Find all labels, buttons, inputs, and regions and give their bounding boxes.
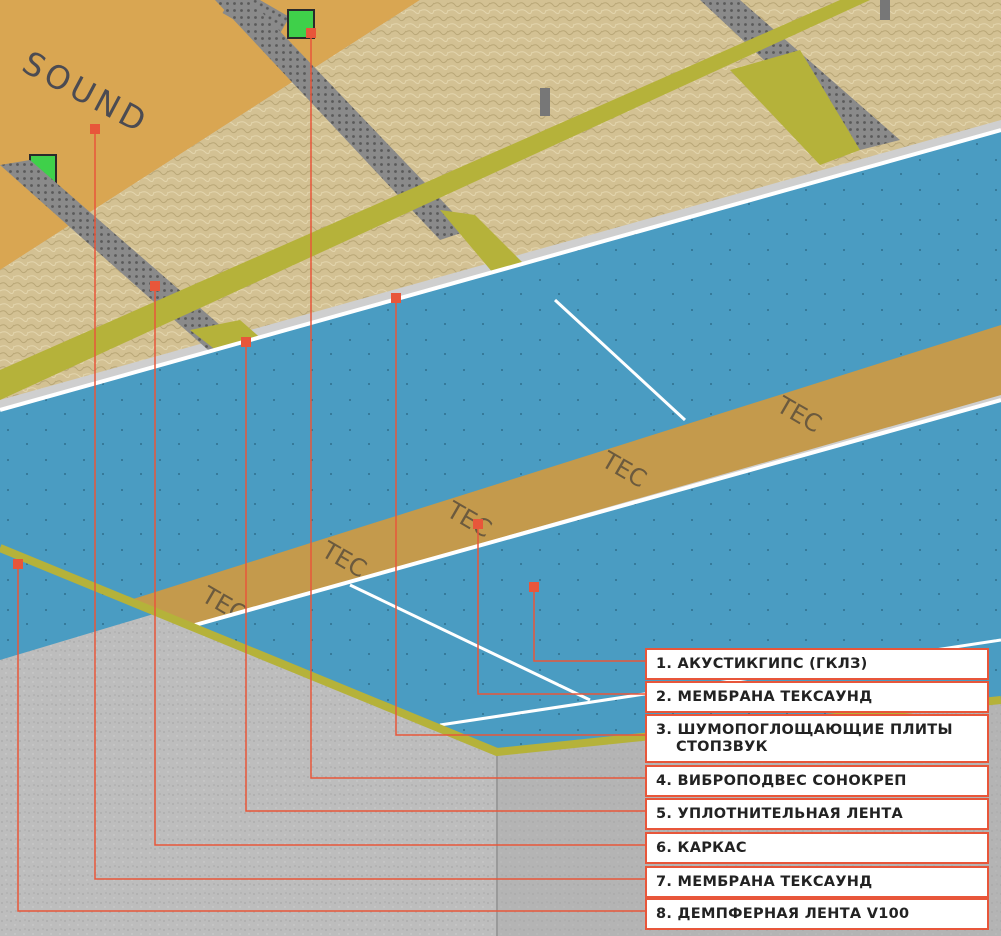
label-uplotnitelnaya-lenta: 5. УПЛОТНИТЕЛЬНАЯ ЛЕНТА	[645, 798, 989, 830]
label-karkas: 6. КАРКАС	[645, 832, 989, 864]
label-shumopogloshchayushchie-plity: 3. ШУМОПОГЛОЩАЮЩИЕ ПЛИТЫ СТОПЗВУК	[645, 714, 989, 763]
marker-4	[306, 28, 316, 38]
marker-8	[13, 559, 23, 569]
label-membrana-teksaund-1: 2. МЕМБРАНА ТЕКСАУНД	[645, 681, 989, 713]
marker-2	[473, 519, 483, 529]
marker-5	[241, 337, 251, 347]
label-membrana-teksaund-2: 7. МЕМБРАНА ТЕКСАУНД	[645, 866, 989, 898]
marker-7	[90, 124, 100, 134]
label-akustikgips: 1. АКУСТИКГИПС (ГКЛЗ)	[645, 648, 989, 680]
marker-6	[150, 281, 160, 291]
marker-3	[391, 293, 401, 303]
marker-1	[529, 582, 539, 592]
label-dempfernaya-lenta: 8. ДЕМПФЕРНАЯ ЛЕНТА V100	[645, 898, 989, 930]
label-vibropodves-sonokrep: 4. ВИБРОПОДВЕС СОНОКРЕП	[645, 765, 989, 797]
